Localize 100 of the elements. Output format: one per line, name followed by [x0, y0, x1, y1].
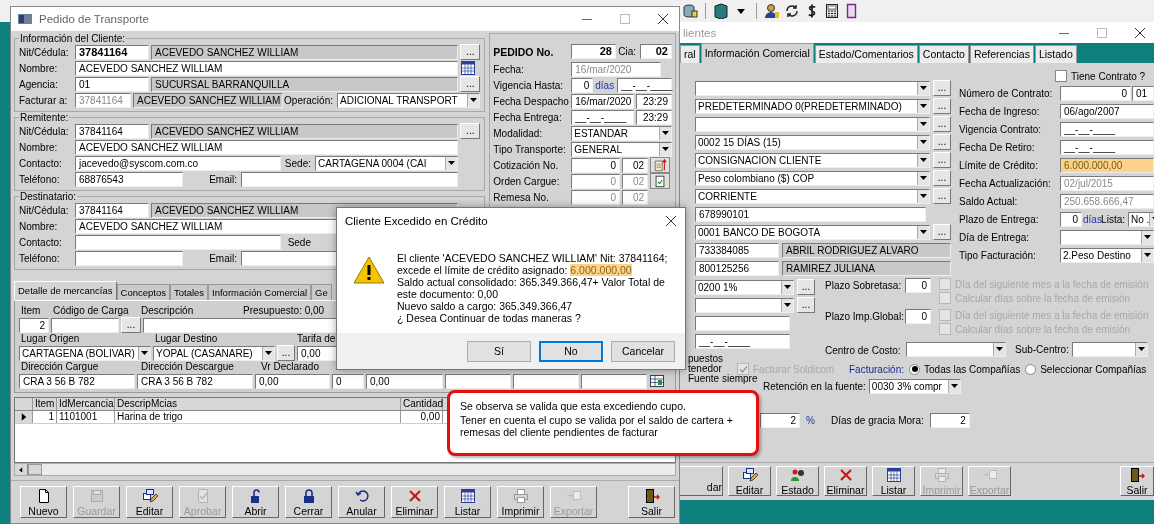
- text-field[interactable]: 2: [760, 413, 800, 428]
- toolbar-button[interactable]: Cerrar: [285, 486, 332, 518]
- radio-button[interactable]: [909, 363, 921, 375]
- text-field[interactable]: 02/jul/2015: [1060, 175, 1154, 191]
- table-icon[interactable]: [649, 373, 665, 389]
- text-field[interactable]: 02: [622, 173, 648, 189]
- ellipsis-button[interactable]: ...: [933, 170, 951, 186]
- dropdown[interactable]: 2.Peso Destino: [1060, 247, 1154, 263]
- text-field[interactable]: 01: [75, 76, 149, 92]
- text-field[interactable]: __-__-____: [617, 77, 672, 93]
- toolbar-button[interactable]: Anular: [338, 486, 385, 518]
- ellipsis-button[interactable]: ...: [460, 44, 481, 60]
- text-field[interactable]: 0: [571, 189, 620, 205]
- text-field[interactable]: 02: [640, 44, 672, 59]
- ellipsis-button[interactable]: ...: [933, 116, 951, 132]
- radio-button[interactable]: [1025, 363, 1037, 375]
- ellipsis-button[interactable]: ...: [121, 317, 141, 333]
- icon-button[interactable]: [650, 173, 670, 189]
- icon-button[interactable]: [650, 157, 670, 173]
- ellipsis-button[interactable]: ...: [797, 297, 815, 313]
- toolbar-button[interactable]: dar: [680, 466, 723, 496]
- ellipsis-button[interactable]: ...: [797, 279, 815, 295]
- readonly-field[interactable]: ACEVEDO SANCHEZ WILLIAM: [151, 123, 459, 139]
- text-field[interactable]: [51, 317, 119, 333]
- scroll-thumb[interactable]: [28, 464, 42, 475]
- toolbar-button[interactable]: Nuevo: [20, 486, 67, 518]
- text-field[interactable]: [581, 373, 647, 389]
- dropdown[interactable]: 0001 BANCO DE BOGOTA: [695, 224, 930, 240]
- readonly-field[interactable]: ACEVEDO SANCHEZ WILLIAM: [151, 44, 459, 60]
- ellipsis-button[interactable]: ...: [933, 152, 951, 168]
- refresh-icon[interactable]: [784, 3, 800, 19]
- text-field[interactable]: __-__-____: [695, 333, 790, 349]
- text-field[interactable]: [513, 373, 579, 389]
- text-field[interactable]: 28: [571, 44, 616, 59]
- ellipsis-button[interactable]: ...: [933, 80, 951, 96]
- text-field[interactable]: 733384085: [695, 242, 779, 258]
- text-field[interactable]: 37841164: [75, 202, 149, 218]
- tab[interactable]: Estado/Comentarios: [814, 45, 918, 63]
- readonly-field[interactable]: ABRIL RODRIGUEZ ALVARO: [782, 242, 951, 258]
- text-field[interactable]: 02: [622, 189, 648, 205]
- text-field[interactable]: [75, 250, 183, 266]
- dropdown[interactable]: CORRIENTE: [695, 188, 930, 204]
- tab[interactable]: Listado: [1034, 45, 1077, 63]
- dropdown[interactable]: CARTAGENA (BOLIVAR): [19, 345, 151, 361]
- text-field[interactable]: 01: [1132, 85, 1154, 101]
- text-field[interactable]: 0: [1060, 211, 1082, 227]
- text-field[interactable]: 0,00: [366, 373, 443, 389]
- text-field[interactable]: 0: [1060, 85, 1131, 101]
- tab[interactable]: Información Comercial: [700, 43, 814, 63]
- person-icon[interactable]: [764, 3, 780, 19]
- text-field[interactable]: 37841164: [75, 44, 149, 60]
- text-field[interactable]: 0,00: [255, 373, 330, 389]
- ellipsis-button[interactable]: ...: [933, 134, 951, 150]
- text-field[interactable]: CRA 3 56 B 782: [137, 373, 253, 389]
- dropdown[interactable]: [1060, 229, 1154, 245]
- dropdown[interactable]: Peso colombiano ($) COP: [695, 170, 930, 186]
- text-field[interactable]: 0: [571, 157, 620, 173]
- readonly-field[interactable]: RAMIREZ JULIANA: [782, 260, 951, 276]
- tab[interactable]: Información Comercial: [208, 284, 312, 300]
- dropdown[interactable]: [906, 341, 1006, 357]
- text-field[interactable]: 16/mar/2020: [571, 61, 662, 77]
- toolbar-button[interactable]: Editar: [126, 486, 173, 518]
- ellipsis-button[interactable]: ...: [933, 224, 951, 240]
- ellipsis-button[interactable]: ...: [933, 98, 951, 114]
- text-field[interactable]: [241, 171, 459, 187]
- dropdown[interactable]: ESTANDAR: [571, 125, 672, 141]
- toolbar-button[interactable]: Estado: [776, 466, 819, 496]
- text-field[interactable]: __-__-____: [1060, 121, 1154, 137]
- text-field[interactable]: 678990101: [695, 206, 926, 222]
- text-field[interactable]: 37841164: [75, 123, 149, 139]
- text-field[interactable]: 68876543: [75, 171, 183, 187]
- ellipsis-button[interactable]: ...: [277, 345, 295, 361]
- text-field[interactable]: __-__-____: [1060, 139, 1154, 155]
- text-field[interactable]: 0: [571, 77, 594, 93]
- close-icon[interactable]: [663, 213, 679, 229]
- dropdown[interactable]: YOPAL (CASANARE): [153, 345, 275, 361]
- dropdown[interactable]: ADICIONAL TRANSPORT: [337, 92, 481, 108]
- dialog-button[interactable]: Sí: [467, 340, 531, 362]
- text-field[interactable]: 16/mar/2020: [571, 93, 634, 109]
- text-field[interactable]: 0: [905, 278, 931, 293]
- checkbox[interactable]: [1055, 70, 1067, 82]
- toolbar-button[interactable]: Imprimir: [497, 486, 544, 518]
- text-field[interactable]: [695, 315, 790, 331]
- text-field[interactable]: jacevedo@syscom.com.co: [75, 155, 281, 171]
- dropdown[interactable]: PREDETERMINADO 0(PREDETERMINADO): [695, 98, 930, 114]
- toolbar-button[interactable]: Editar: [728, 466, 771, 496]
- text-field[interactable]: __-__-____: [571, 109, 634, 125]
- dropdown[interactable]: CARTAGENA 0004 (CAI: [315, 155, 459, 171]
- toolbar-button[interactable]: Listar: [872, 466, 915, 496]
- text-field[interactable]: 23:29: [636, 93, 672, 109]
- tab[interactable]: Ge: [311, 284, 332, 300]
- dropdown[interactable]: 0002 15 DÍAS (15): [695, 134, 930, 150]
- toolbar-button[interactable]: Abrir: [232, 486, 279, 518]
- dialog-button[interactable]: No: [539, 340, 603, 362]
- tab[interactable]: Referencias: [969, 45, 1034, 63]
- dropdown[interactable]: [695, 297, 794, 313]
- toolbar-button[interactable]: Eliminar: [391, 486, 438, 518]
- ellipsis-button[interactable]: ...: [460, 123, 481, 139]
- text-field[interactable]: 37841164: [75, 92, 131, 108]
- toolbar-button[interactable]: Listar: [444, 486, 491, 518]
